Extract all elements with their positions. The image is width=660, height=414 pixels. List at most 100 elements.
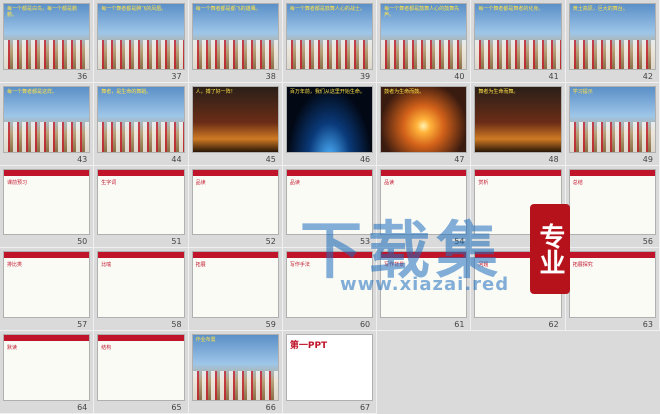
slide-title-bar (192, 169, 278, 176)
slide-preview[interactable]: 写作手法 (286, 252, 373, 318)
slide-preview[interactable]: 每一个舞者都是这样。 (4, 86, 90, 152)
slide-preview[interactable]: 写作背景 (381, 252, 467, 318)
dancers-image (192, 39, 278, 69)
slide-number: 37 (171, 71, 182, 81)
slide-thumbnail[interactable]: 学习提示 49 (565, 82, 660, 166)
slide-title-bar (98, 169, 184, 176)
slide-thumbnail[interactable]: 每一个都是白鸟，每一个都是鹏鹏。 36 (0, 0, 95, 83)
slide-caption: 第一PPT (289, 341, 328, 352)
slide-preview[interactable]: 每一个舞者都是腾飞的凤凰。 (98, 4, 184, 69)
slide-thumbnail[interactable]: 每一个舞者都是舞者的化身。 41 (471, 0, 566, 83)
slide-thumbnail[interactable]: 写作背景 61 (377, 248, 472, 332)
slide-thumbnail[interactable]: 课前预习 50 (0, 165, 95, 249)
slide-preview[interactable]: 每一个舞者都是鼓舞人心的鼓舞先声。 (381, 4, 467, 69)
slide-preview[interactable]: 黄土高原，巨大的舞台。 (569, 4, 655, 69)
slide-preview[interactable]: 拓展探究 (569, 252, 655, 318)
slide-thumbnail[interactable]: 默读 64 (0, 331, 95, 414)
slide-title-bar (569, 169, 655, 176)
slide-number: 62 (548, 320, 559, 330)
slide-thumbnail[interactable]: 第一PPT 67 (282, 331, 378, 414)
slide-thumbnail[interactable]: 问题 62 (471, 248, 566, 332)
slide-caption: 结构 (101, 345, 112, 352)
slide-preview[interactable]: 舞者为生命而舞。 (475, 86, 561, 152)
slide-number: 64 (77, 403, 88, 412)
slide-thumbnail[interactable]: 排比类 57 (0, 248, 95, 332)
dancers-image (4, 122, 90, 152)
slide-caption: 每一个舞者都是腾飞的凤凰。 (101, 6, 167, 12)
slide-preview[interactable]: 默读 (4, 335, 90, 400)
slide-thumbnail[interactable]: 每一个舞者都是鼓舞人心的战士。 39 (282, 0, 378, 83)
slide-preview[interactable]: 生字词 (98, 169, 184, 235)
slide-caption: 黄土高原，巨大的舞台。 (572, 6, 628, 12)
slide-preview[interactable]: 每一个都是白鸟，每一个都是鹏鹏。 (4, 4, 90, 69)
slide-thumbnail[interactable]: 拓展 59 (188, 248, 283, 332)
slide-thumbnail[interactable]: 每一个舞者都是都飞的雄鹰。 38 (188, 0, 283, 83)
slide-thumbnail[interactable]: 百万年前，我们从这里开始生命。 46 (282, 82, 378, 166)
slide-thumbnail[interactable]: 鼓者为生命而鼓。 47 (377, 82, 472, 166)
slide-caption: 每一个舞者都是舞者的化身。 (478, 6, 544, 12)
slide-title-bar (4, 252, 90, 259)
slide-caption: 排比类 (7, 262, 23, 269)
slide-preview[interactable]: 品读 (192, 169, 278, 235)
slide-preview[interactable]: 拓展 (192, 252, 278, 318)
dancers-image (475, 39, 561, 69)
slide-preview[interactable]: 比喻 (98, 252, 184, 318)
slide-thumbnail[interactable]: 作业布置 66 (188, 331, 283, 414)
slide-number: 67 (359, 403, 371, 412)
slide-thumbnail[interactable]: 结构 65 (94, 331, 189, 414)
slide-caption: 品读 (384, 179, 395, 186)
slide-preview[interactable]: 每一个舞者都是舞者的化身。 (475, 4, 561, 69)
slide-preview[interactable]: 课前预习 (4, 169, 90, 235)
dancers-image (98, 39, 184, 69)
slide-number: 47 (454, 154, 465, 164)
slide-thumbnail[interactable]: 每一个舞者都是这样。 43 (0, 82, 95, 166)
slide-thumbnail[interactable]: 生字词 51 (94, 165, 189, 249)
slide-thumbnail[interactable]: 黄土高原，巨大的舞台。 42 (565, 0, 660, 83)
slide-thumbnail[interactable]: 舞者，是生命的舞蹈。 44 (94, 82, 189, 166)
slide-title-bar (475, 169, 561, 176)
slide-thumbnail[interactable]: 舞者为生命而舞。 48 (471, 82, 566, 166)
slide-preview[interactable]: 品读 (381, 169, 467, 235)
slide-preview[interactable]: 品读 (286, 169, 373, 235)
slide-preview[interactable]: 百万年前，我们从这里开始生命。 (286, 86, 373, 152)
slide-caption: 人，搏了好一阵！ (195, 88, 236, 95)
slide-preview[interactable]: 总结 (569, 169, 655, 235)
slide-thumbnail[interactable]: 品读 52 (188, 165, 283, 249)
slide-number: 60 (359, 320, 371, 330)
slide-caption: 每一个舞者都是都飞的雄鹰。 (195, 6, 261, 12)
slide-thumbnail[interactable]: 写作手法 60 (282, 248, 378, 332)
slide-thumbnail[interactable]: 赏析 55 (471, 165, 566, 249)
slide-preview[interactable]: 每一个舞者都是鼓舞人心的战士。 (286, 4, 373, 69)
slide-caption: 拓展 (195, 262, 206, 269)
slide-preview[interactable]: 每一个舞者都是都飞的雄鹰。 (192, 4, 278, 69)
slide-preview[interactable]: 人，搏了好一阵！ (192, 86, 278, 152)
slide-number: 41 (548, 71, 559, 81)
slide-thumbnail[interactable]: 总结 56 (565, 165, 660, 249)
slide-number: 58 (171, 320, 182, 330)
slide-thumbnail[interactable]: 比喻 58 (94, 248, 189, 332)
slide-caption: 写作背景 (384, 262, 405, 269)
slide-caption: 品读 (195, 179, 206, 186)
slide-number: 52 (265, 237, 276, 247)
slide-preview[interactable]: 舞者，是生命的舞蹈。 (98, 86, 184, 152)
slide-preview[interactable]: 问题 (475, 252, 561, 318)
slide-caption: 舞者为生命而舞。 (478, 88, 519, 95)
slide-preview[interactable]: 学习提示 (569, 86, 655, 152)
slide-thumbnail[interactable]: 每一个舞者都是腾飞的凤凰。 37 (94, 0, 189, 83)
slide-thumbnail[interactable]: 每一个舞者都是鼓舞人心的鼓舞先声。 40 (377, 0, 472, 83)
slide-preview[interactable]: 赏析 (475, 169, 561, 235)
slide-preview[interactable]: 第一PPT (286, 335, 373, 400)
slide-thumbnail[interactable]: 人，搏了好一阵！ 45 (188, 82, 283, 166)
slide-thumbnail[interactable]: 拓展探究 63 (565, 248, 660, 332)
slide-number: 55 (548, 237, 559, 247)
slide-thumbnail[interactable]: 品读 54 (377, 165, 472, 249)
slide-preview[interactable]: 结构 (98, 335, 184, 400)
dancers-image (98, 122, 184, 152)
slide-preview[interactable]: 鼓者为生命而鼓。 (381, 86, 467, 152)
slide-number: 65 (171, 403, 182, 412)
slide-caption: 每一个舞者都是这样。 (7, 88, 58, 95)
slide-preview[interactable]: 排比类 (4, 252, 90, 318)
slide-preview[interactable]: 作业布置 (192, 335, 278, 400)
slide-thumbnail[interactable]: 品读 53 (282, 165, 378, 249)
slide-title-bar (4, 335, 90, 342)
